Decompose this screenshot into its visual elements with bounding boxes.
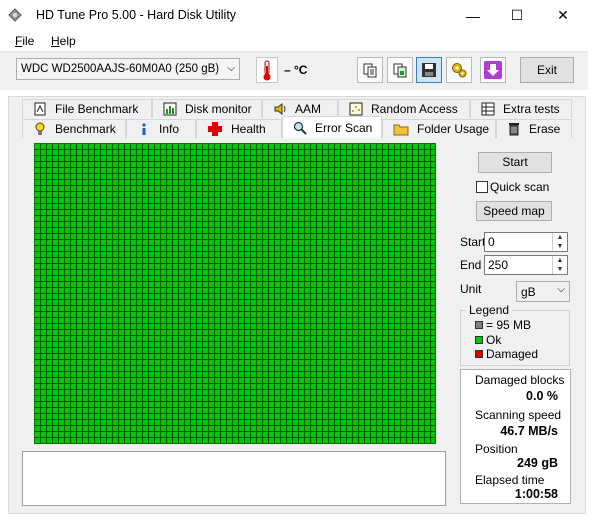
minimize-icon: — [466,7,480,24]
chevron-down-icon: ⌵ [227,63,235,74]
end-position-value: 250 [488,258,509,272]
info-icon [142,123,146,135]
end-field-label: End [460,258,482,272]
tab-error-scan[interactable]: Error Scan [282,116,382,138]
start-position-value: 0 [488,235,495,249]
trash-icon [509,123,519,136]
exit-button[interactable]: Exit [520,57,574,83]
menu-file[interactable]: File [15,34,34,48]
random-access-icon [349,102,363,116]
maximize-icon: ☐ [510,7,524,23]
elapsed-time-value: 1:00:58 [514,487,558,501]
temperature-button[interactable] [256,57,278,83]
chevron-down-icon: ⌵ [557,284,565,295]
quick-scan-label: Quick scan [490,180,550,194]
tab-folder-usage[interactable]: Folder Usage [382,119,496,138]
temperature-value: – °C [284,63,308,77]
thermometer-icon [263,60,271,81]
scanning-speed-label: Scanning speed [475,408,562,422]
position-value: 249 gB [517,456,558,470]
download-icon [484,61,502,79]
folder-icon [393,124,409,136]
tab-benchmark[interactable]: Benchmark [22,119,126,138]
spinner-arrows-icon[interactable]: ▲ ▼ [552,233,567,251]
options-button[interactable] [446,57,472,83]
drive-select-value: WDC WD2500AAJS-60M0A0 (250 gB) [21,63,220,75]
health-cross-icon [208,122,222,136]
damaged-blocks-label: Damaged blocks [475,373,565,387]
error-scan-block-map [34,143,436,444]
copy-text-icon [363,63,377,78]
tab-info[interactable]: Info [126,119,196,138]
copy-text-button[interactable] [357,57,383,83]
tab-disk-monitor[interactable]: Disk monitor [152,99,262,118]
magnifier-icon [293,121,307,135]
speaker-icon [274,103,286,115]
copy-screenshot-button[interactable] [387,57,413,83]
unit-select[interactable]: gB ⌵ [516,281,570,302]
download-button[interactable] [480,57,506,83]
position-label: Position [475,442,518,456]
unit-label: Unit [460,282,482,296]
options-icon [452,63,467,78]
elapsed-time-label: Elapsed time [475,473,545,487]
disk-monitor-icon [163,102,177,116]
start-scan-button[interactable]: Start [478,152,552,173]
spinner-arrows-icon[interactable]: ▲ ▼ [552,256,567,274]
menu-bar [0,31,594,51]
legend-ok-label: Ok [486,333,502,347]
extra-tests-icon [481,102,495,116]
save-icon [422,63,436,77]
window-title: HD Tune Pro 5.00 - Hard Disk Utility [36,8,237,22]
tab-file-benchmark[interactable]: File Benchmark [22,99,152,118]
start-field-label: Start [460,235,486,249]
end-position-input[interactable]: 250 ▲ ▼ [484,255,568,275]
drive-select[interactable]: WDC WD2500AAJS-60M0A0 (250 gB) ⌵ [16,58,240,80]
scan-log-box [22,451,446,506]
lightbulb-icon [35,122,45,135]
close-button[interactable]: ✕ [540,0,586,31]
quick-scan-checkbox[interactable] [476,181,488,193]
tab-health[interactable]: Health [196,119,282,138]
menu-help[interactable]: Help [51,34,76,48]
copy-screenshot-icon [393,63,407,78]
minimize-button[interactable]: — [450,0,496,31]
close-icon: ✕ [557,7,569,23]
file-benchmark-icon [34,102,46,116]
tab-erase[interactable]: Erase [496,119,572,138]
tab-extra-tests[interactable]: Extra tests [470,99,572,118]
legend-swatch-ok [475,336,483,344]
start-position-input[interactable]: 0 ▲ ▼ [484,232,568,252]
save-button[interactable] [416,57,442,83]
legend-swatch-damaged [475,350,483,358]
damaged-blocks-value: 0.0 % [526,389,558,403]
speed-map-button[interactable]: Speed map [476,201,552,221]
scanning-speed-value: 46.7 MB/s [500,424,558,438]
legend-title: Legend [466,303,513,317]
legend-swatch-block-size [475,321,483,329]
maximize-button[interactable]: ☐ [494,0,540,31]
unit-select-value: gB [521,285,536,299]
hd-tune-app-icon [8,8,22,22]
legend-damaged-label: Damaged [486,347,539,361]
legend-block-size-label: = 95 MB [486,318,532,332]
